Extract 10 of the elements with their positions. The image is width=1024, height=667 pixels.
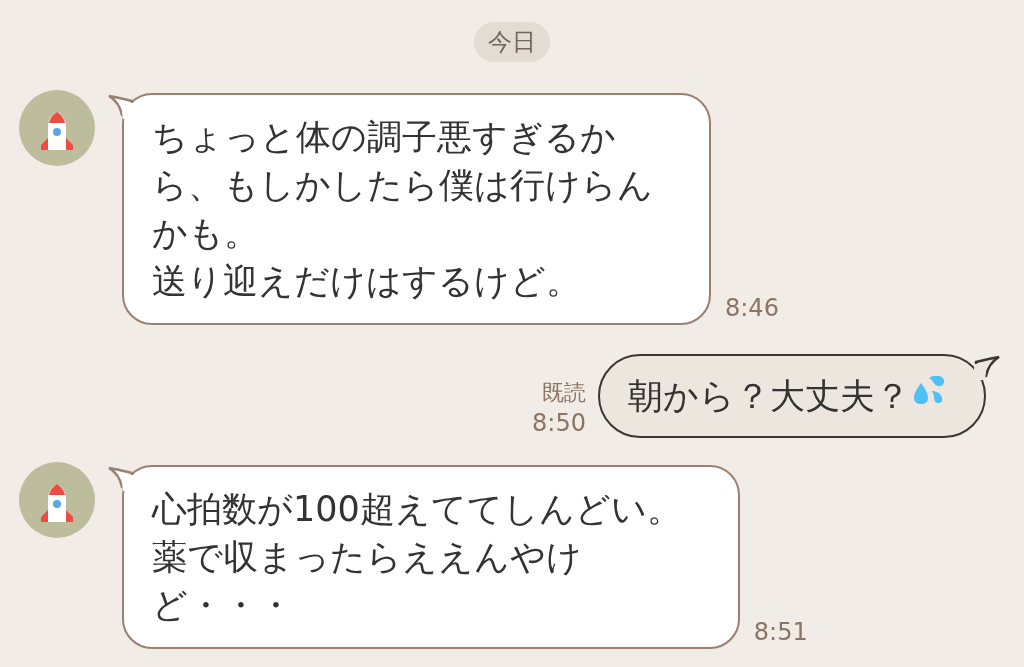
bubble-tail (108, 465, 134, 491)
message-text: 朝から？大丈夫？ (628, 375, 910, 418)
message-bubble: 心拍数が100超えててしんどい。 薬で収まったらええんやけ ど・・・ (122, 465, 740, 649)
message-time: 8:51 (753, 617, 808, 647)
message-time: 8:46 (725, 293, 779, 323)
bubble-tail (108, 93, 134, 119)
read-receipt: 既読 (542, 379, 586, 407)
date-label: 今日 (474, 22, 550, 62)
message-bubble: ちょっと体の調子悪すぎるか ら、もしかしたら僕は行けらん かも。 送り迎えだけはするけど。 (122, 93, 711, 325)
message-time: 8:50 (532, 408, 586, 438)
